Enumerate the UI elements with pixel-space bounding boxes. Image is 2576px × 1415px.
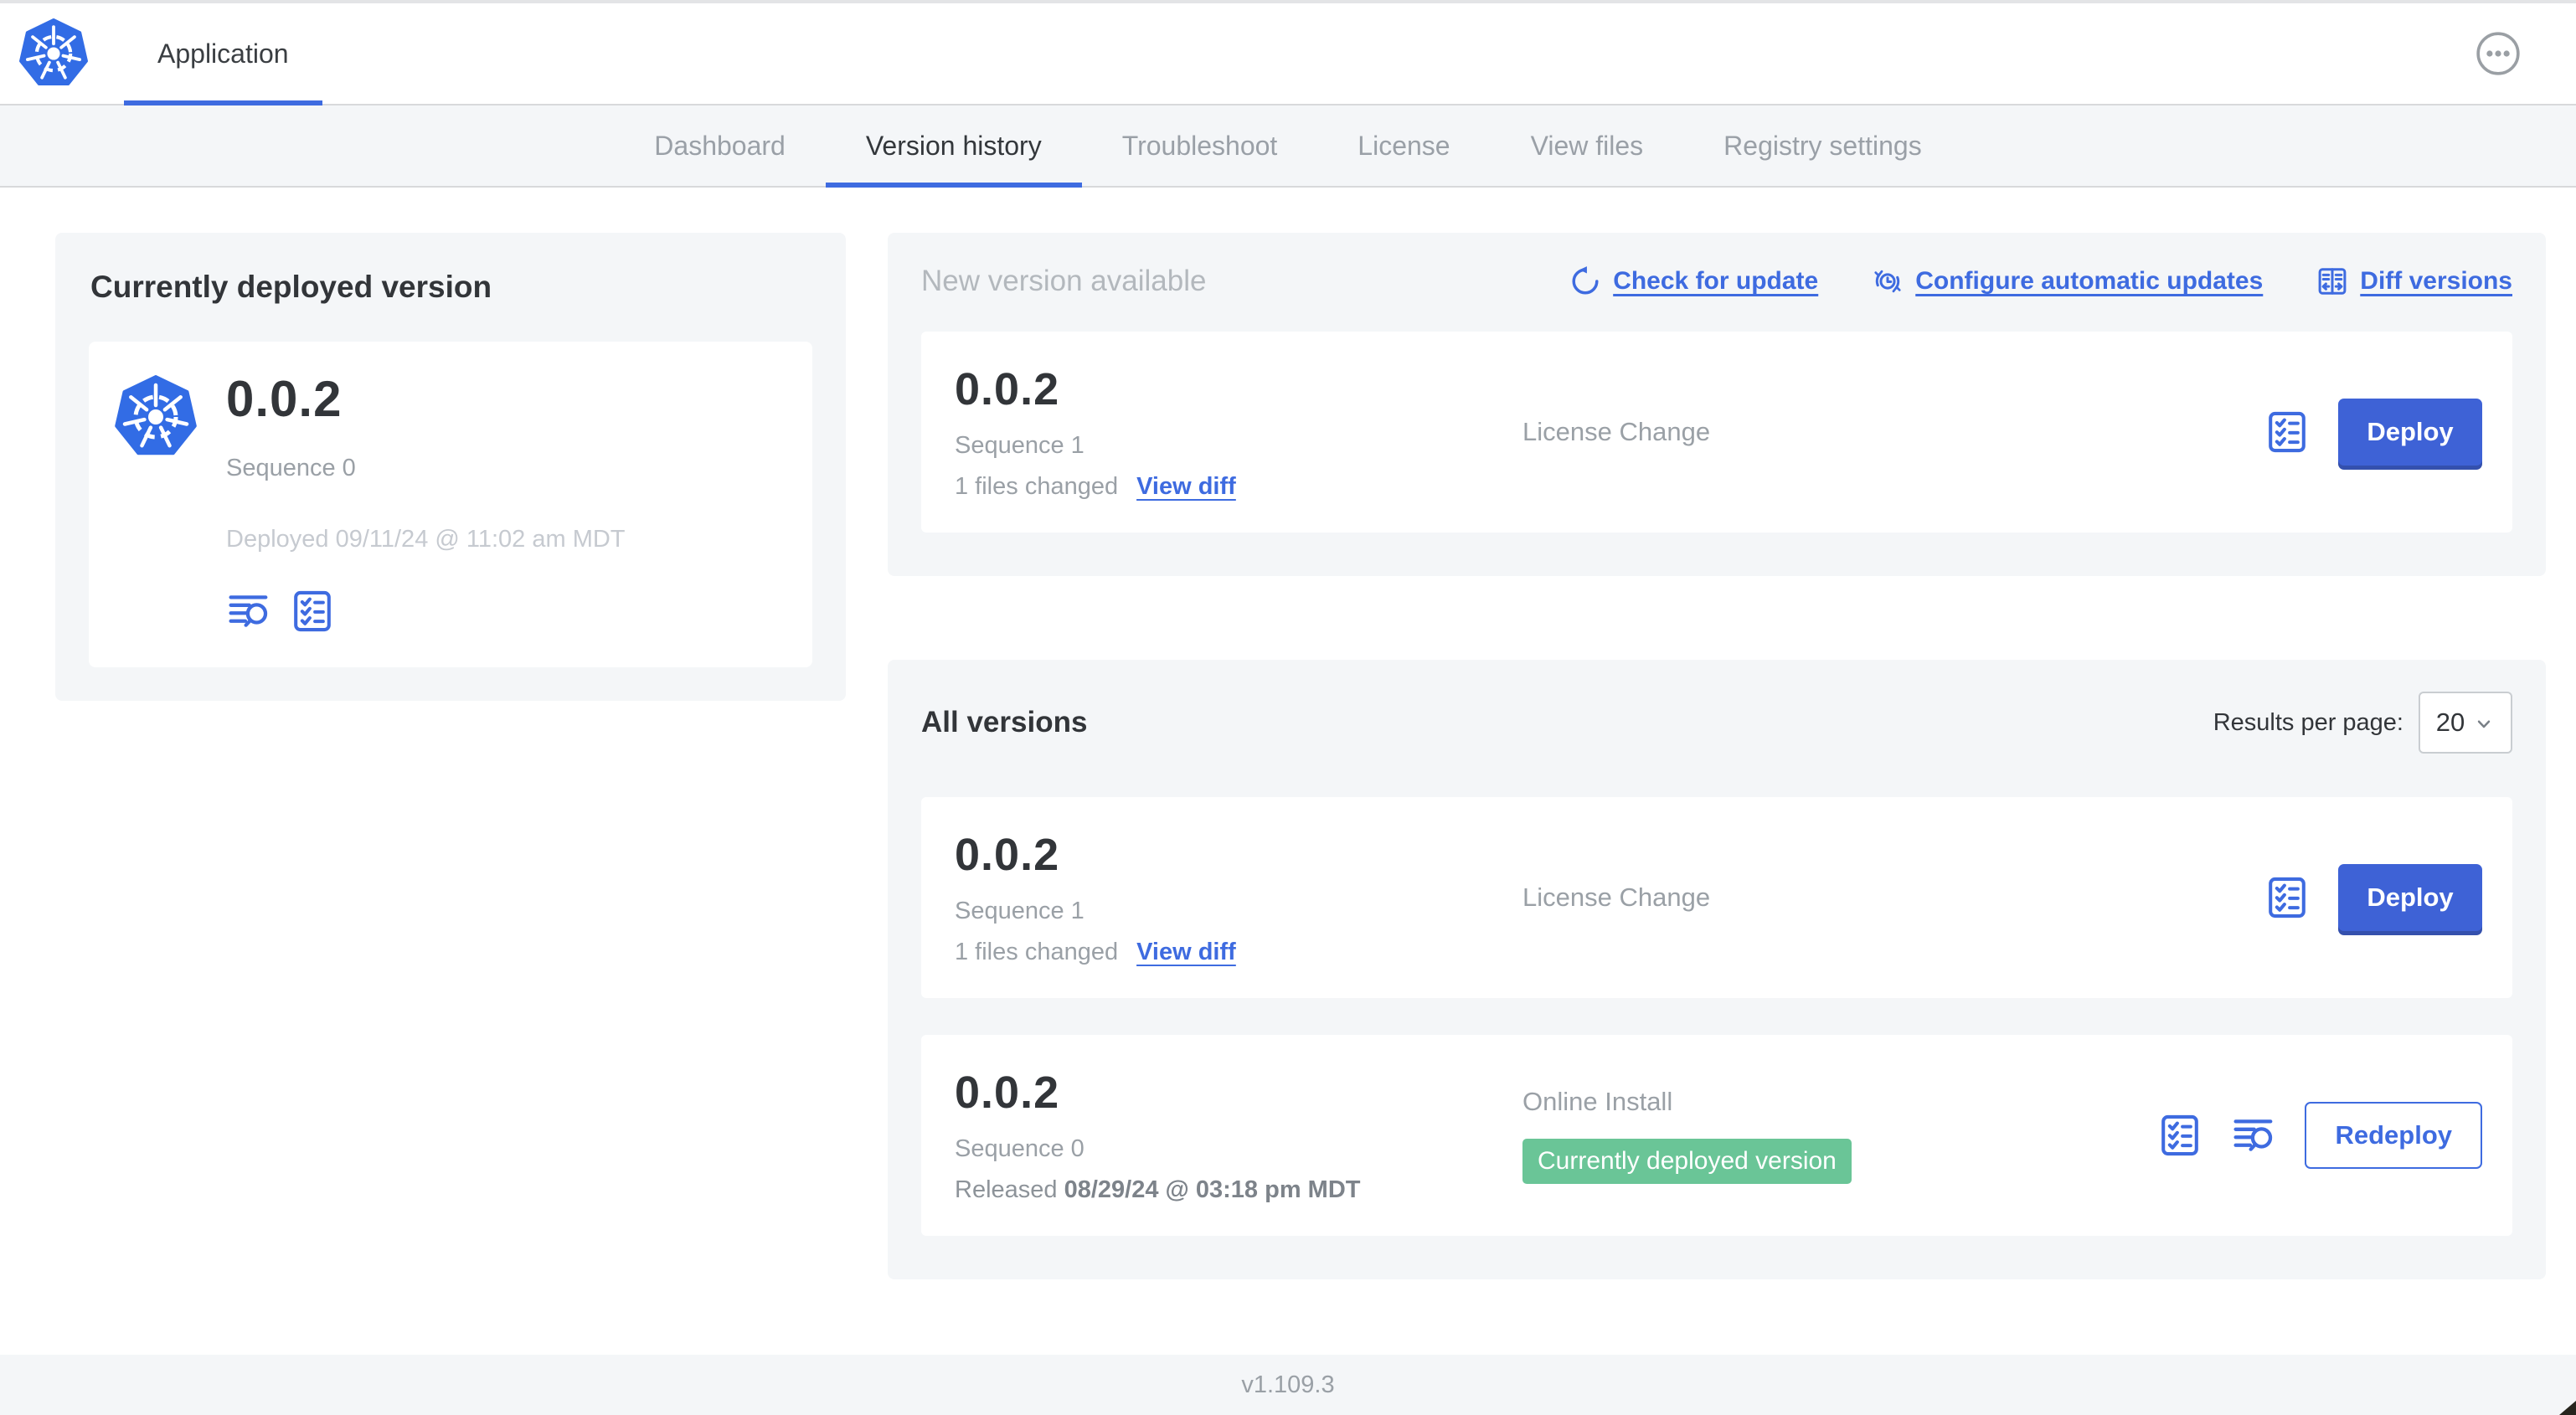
version-source-label: License Change — [1522, 417, 1711, 446]
currently-deployed-badge: Currently deployed version — [1522, 1139, 1852, 1184]
version-number: 0.0.2 — [955, 830, 1060, 880]
diff-versions-label: Diff versions — [2360, 267, 2512, 295]
version-number: 0.0.2 — [955, 364, 1060, 414]
sequence-label: Sequence 1 — [955, 432, 1084, 459]
configure-automatic-updates-label: Configure automatic updates — [1915, 267, 2264, 295]
deployed-timestamp: Deployed 09/11/24 @ 11:02 am MDT — [226, 526, 626, 553]
main-content: Currently deployed version 0.0.2 Sequenc… — [0, 188, 2576, 1355]
version-source-label: License Change — [1522, 882, 1711, 912]
version-row: 0.0.2 Sequence 0 Released 08/29/24 @ 03:… — [921, 1035, 2512, 1236]
deploy-logs-icon[interactable] — [226, 589, 271, 634]
configure-automatic-updates-link[interactable]: Configure automatic updates — [1872, 265, 2263, 297]
preflight-checklist-icon[interactable] — [2157, 1113, 2202, 1158]
sequence-label: Sequence 1 — [955, 898, 1084, 924]
check-for-update-link[interactable]: Check for update — [1569, 265, 1818, 297]
console-version-label: v1.109.3 — [1241, 1371, 1335, 1398]
version-number: 0.0.2 — [955, 1068, 1060, 1118]
view-diff-link[interactable]: View diff — [1136, 939, 1236, 966]
kubernetes-logo-icon — [18, 18, 89, 89]
diff-icon — [2316, 265, 2348, 297]
preflight-checklist-icon[interactable] — [290, 589, 335, 634]
released-timestamp: Released 08/29/24 @ 03:18 pm MDT — [955, 1176, 1361, 1203]
files-changed-label: 1 files changed — [955, 939, 1119, 965]
deploy-button[interactable]: Deploy — [2338, 864, 2482, 931]
results-per-page-value: 20 — [2435, 708, 2465, 737]
tab-troubleshoot[interactable]: Troubleshoot — [1082, 105, 1318, 186]
sequence-label: Sequence 0 — [955, 1135, 1084, 1162]
all-versions-card: All versions Results per page: 20 0.0.2 … — [888, 660, 2546, 1279]
deploy-logs-icon[interactable] — [2231, 1113, 2276, 1158]
refresh-icon — [1569, 265, 1601, 297]
app-tab[interactable]: Application — [124, 3, 322, 105]
chevron-down-icon — [2478, 720, 2491, 728]
deploy-button[interactable]: Deploy — [2338, 399, 2482, 466]
deployed-sequence-label: Sequence 0 — [226, 455, 356, 481]
tab-view-files[interactable]: View files — [1491, 105, 1684, 186]
new-version-row: 0.0.2 Sequence 1 1 files changed View di… — [921, 332, 2512, 533]
page-navbar: Dashboard Version history Troubleshoot L… — [0, 105, 2576, 188]
versions-column: New version available Check for update C… — [888, 233, 2546, 1279]
page-footer: v1.109.3 — [0, 1355, 2576, 1415]
app-tab-label: Application — [157, 38, 289, 69]
tab-license[interactable]: License — [1317, 105, 1490, 186]
tab-version-history[interactable]: Version history — [825, 105, 1082, 188]
preflight-checklist-icon[interactable] — [2264, 409, 2310, 455]
redeploy-button[interactable]: Redeploy — [2305, 1102, 2482, 1169]
all-versions-title: All versions — [921, 706, 1088, 738]
tab-dashboard[interactable]: Dashboard — [614, 105, 826, 186]
version-source-label: Online Install — [1522, 1087, 1673, 1116]
clock-refresh-icon — [1872, 265, 1904, 297]
currently-deployed-title: Currently deployed version — [90, 270, 492, 304]
new-version-title: New version available — [921, 265, 1207, 297]
app-header: Application — [0, 3, 2576, 105]
view-diff-link[interactable]: View diff — [1136, 473, 1236, 501]
check-for-update-label: Check for update — [1613, 267, 1819, 295]
tab-registry-settings[interactable]: Registry settings — [1683, 105, 1962, 186]
files-changed-label: 1 files changed — [955, 473, 1119, 500]
kubernetes-logo-icon — [114, 375, 198, 459]
results-per-page-select[interactable]: 20 — [2419, 692, 2512, 754]
new-version-card: New version available Check for update C… — [888, 233, 2546, 576]
version-row: 0.0.2 Sequence 1 1 files changed View di… — [921, 797, 2512, 998]
diff-versions-link[interactable]: Diff versions — [2316, 265, 2512, 297]
deployed-version-tile: 0.0.2 Sequence 0 Deployed 09/11/24 @ 11:… — [89, 342, 812, 667]
deployed-version-number: 0.0.2 — [226, 371, 343, 427]
currently-deployed-card: Currently deployed version 0.0.2 Sequenc… — [55, 233, 846, 701]
results-per-page-label: Results per page: — [2213, 708, 2403, 736]
preflight-checklist-icon[interactable] — [2264, 875, 2310, 920]
more-options-icon[interactable] — [2476, 31, 2521, 76]
